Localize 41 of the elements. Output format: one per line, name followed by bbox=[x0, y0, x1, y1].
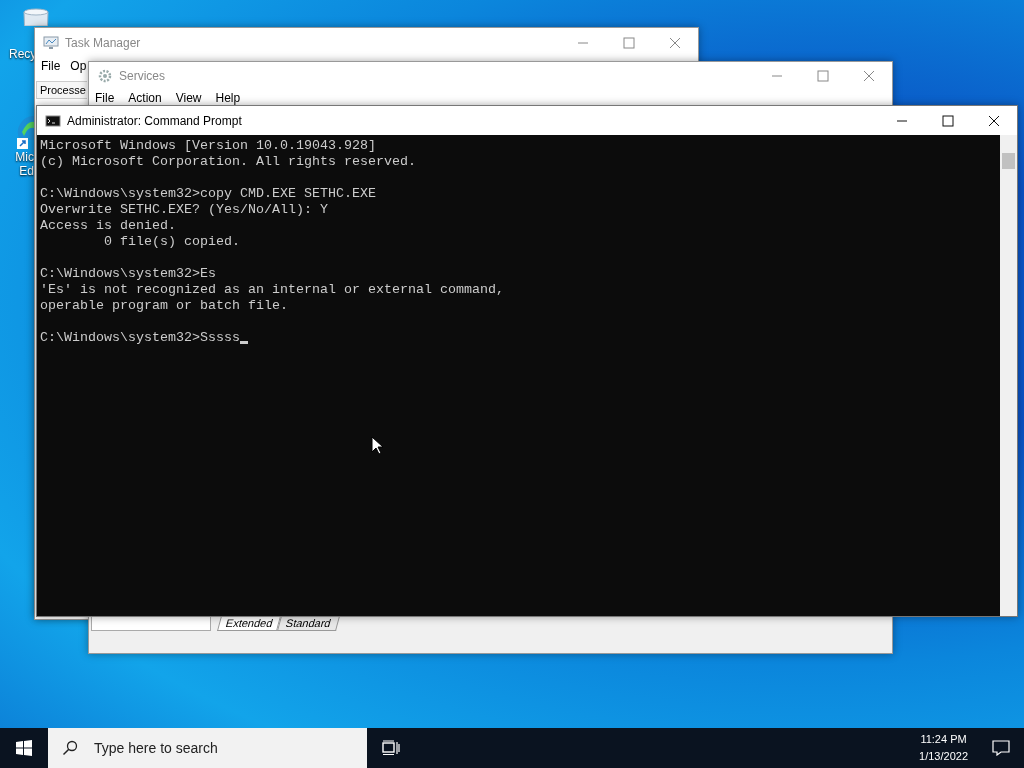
menu-item[interactable]: Help bbox=[215, 91, 241, 105]
text-cursor bbox=[239, 341, 248, 344]
console-line: (c) Microsoft Corporation. All rights reserved. bbox=[40, 154, 416, 170]
console-icon bbox=[45, 112, 61, 129]
scroll-thumb[interactable] bbox=[1002, 153, 1015, 169]
tab[interactable]: Processe bbox=[36, 81, 87, 99]
clock-time[interactable]: 11:24 PM bbox=[920, 731, 967, 748]
window-title: Services bbox=[119, 69, 165, 83]
console-line: Access is denied. bbox=[40, 218, 176, 234]
console-line: C:\Windows\system32>Es bbox=[40, 266, 216, 282]
windows-logo-icon bbox=[16, 740, 32, 756]
monitor-icon bbox=[43, 34, 59, 51]
maximize-icon bbox=[817, 70, 829, 82]
console-line: C:\Windows\system32>copy CMD.EXE SETHC.EXE bbox=[40, 186, 376, 202]
console-line: 0 file(s) copied. bbox=[103, 234, 240, 250]
task-view-icon bbox=[382, 740, 400, 756]
maximize-icon bbox=[942, 114, 954, 127]
scrollbar[interactable] bbox=[1000, 135, 1017, 616]
gear-icon bbox=[97, 68, 113, 84]
menu-item[interactable]: Action bbox=[128, 91, 162, 105]
close-icon bbox=[863, 70, 875, 82]
menu-item[interactable]: File bbox=[95, 91, 115, 105]
close-icon bbox=[669, 36, 681, 49]
console-line: Overwrite SETHC.EXE? (Yes/No/All): Y bbox=[40, 202, 328, 218]
menu-item[interactable]: File bbox=[41, 59, 61, 73]
speech-bubble-icon bbox=[992, 740, 1010, 756]
window-title: Administrator: Command Prompt bbox=[67, 113, 242, 128]
menu-item[interactable]: View bbox=[175, 91, 202, 105]
clock-date[interactable]: 1/13/2022 bbox=[919, 748, 968, 765]
menu-item[interactable]: Op bbox=[70, 59, 87, 73]
search-field[interactable]: Type here to search bbox=[92, 739, 367, 757]
console-line: C:\Windows\system32>Sssss bbox=[40, 330, 240, 346]
mouse-pointer-icon bbox=[371, 436, 383, 455]
console-line: 'Es' is not recognized as an internal or external command, bbox=[40, 282, 504, 298]
maximize-icon bbox=[623, 36, 635, 49]
search-icon bbox=[62, 740, 78, 756]
window-title: Task Manager bbox=[65, 35, 141, 50]
console-line: Microsoft Windows [Version 10.0.19043.928] bbox=[40, 138, 376, 154]
search-bar[interactable]: Type here to search bbox=[48, 728, 367, 768]
close-icon bbox=[988, 114, 1000, 127]
console-line: operable program or batch file. bbox=[40, 298, 288, 314]
